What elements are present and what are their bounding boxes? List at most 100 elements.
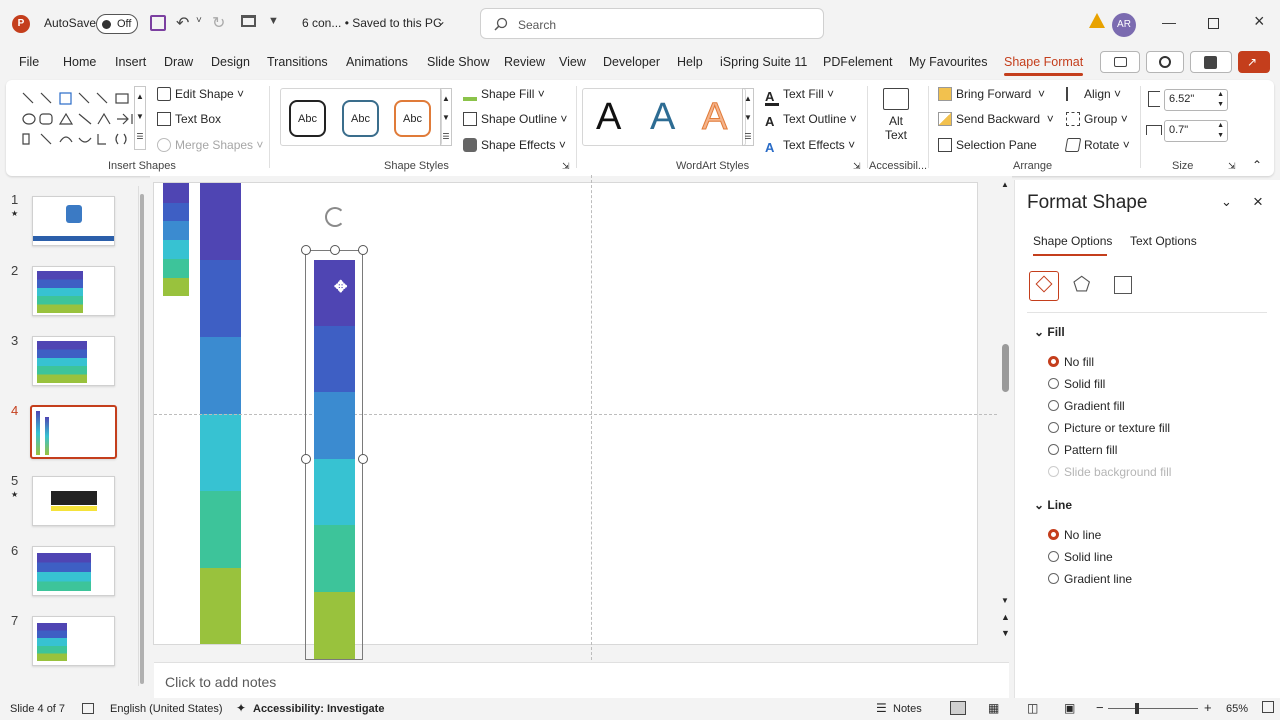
slide-thumbnail-5[interactable] [32,476,115,526]
scroll-up-icon[interactable]: ▲ [1001,180,1009,189]
tab-design[interactable]: Design [211,55,250,69]
small-bar-seg-4[interactable] [163,240,189,259]
fit-to-window-icon[interactable] [1262,701,1274,713]
zoom-level[interactable]: 65% [1226,703,1248,715]
small-bar-seg-2[interactable] [163,203,189,221]
normal-view-icon[interactable] [950,701,966,715]
shape-style-1[interactable]: Abc [289,100,326,137]
document-title-chevron-icon[interactable]: ⌄ [436,14,446,28]
slide-thumbnail-3[interactable] [32,336,115,386]
tab-home[interactable]: Home [63,55,96,69]
accessibility-status[interactable]: Accessibility: Investigate [253,703,384,715]
text-box-button[interactable]: Text Box [157,112,221,126]
wordart-scroll[interactable]: ▲ ▼ ☰ [742,88,754,146]
save-icon[interactable] [150,15,166,31]
text-effects-button[interactable]: A Text Effects ˅ [765,138,855,156]
thumbnails-scrollbar[interactable] [138,186,144,686]
solid-fill-radio[interactable] [1048,378,1059,389]
solid-line-option[interactable]: Solid line [1048,550,1113,564]
tab-ispring[interactable]: iSpring Suite 11 [720,55,807,69]
pane-close-icon[interactable]: × [1253,192,1263,212]
notes-button[interactable]: Notes [893,703,922,715]
accessibility-icon[interactable]: ✦ [236,701,246,715]
line-section-toggle[interactable]: ⌄ Line [1034,498,1072,512]
bring-forward-button[interactable]: Bring Forward ˅ [938,87,1045,101]
wordart-launcher-icon[interactable]: ⇲ [853,161,861,172]
shape-styles-launcher-icon[interactable]: ⇲ [562,161,570,172]
tab-animations[interactable]: Animations [346,55,408,69]
small-bar-seg-6[interactable] [163,278,189,296]
shapes-gallery[interactable] [20,90,138,148]
height-spinner[interactable]: ▲ ▼ [1217,90,1224,110]
tab-draw[interactable]: Draw [164,55,193,69]
small-bar-seg-5[interactable] [163,259,189,278]
gradient-line-radio[interactable] [1048,573,1059,584]
zoom-in-icon[interactable]: + [1204,700,1212,715]
tab-transitions[interactable]: Transitions [267,55,328,69]
shape-fill-button[interactable]: Shape Fill ˅ [463,87,545,101]
solid-fill-option[interactable]: Solid fill [1048,377,1105,391]
document-title[interactable]: 6 con... • Saved to this PC [302,16,442,30]
close-window-icon[interactable]: × [1254,11,1265,32]
picture-texture-fill-radio[interactable] [1048,422,1059,433]
small-bar-seg-3[interactable] [163,221,189,240]
wordart-style-blue[interactable]: A [650,96,675,139]
zoom-out-icon[interactable]: − [1096,700,1104,715]
tall-bar-seg-5[interactable] [200,491,241,568]
wordart-style-orange[interactable]: A [701,96,727,139]
tab-insert[interactable]: Insert [115,55,146,69]
undo-icon[interactable]: ↶ [176,13,189,33]
share-button[interactable]: ↗ [1238,51,1270,73]
fill-section-toggle[interactable]: ⌄ Fill [1034,325,1065,339]
text-outline-button[interactable]: A Text Outline ˅ [765,112,857,130]
tab-review[interactable]: Review [504,55,545,69]
pattern-fill-radio[interactable] [1048,444,1059,455]
tab-shape-options[interactable]: Shape Options [1033,234,1112,248]
no-fill-radio[interactable] [1048,356,1059,367]
tall-bar-seg-6[interactable] [200,568,241,644]
no-line-option[interactable]: No line [1048,528,1101,542]
solid-line-radio[interactable] [1048,551,1059,562]
small-bar-seg-1[interactable] [163,183,189,203]
slideshow-icon[interactable]: ▣ [1064,701,1075,715]
size-properties-tab-icon[interactable] [1114,276,1132,294]
next-slide-icon[interactable]: ▼ [1001,628,1010,638]
gradient-line-option[interactable]: Gradient line [1048,572,1132,586]
send-backward-button[interactable]: Send Backward ˅ [938,112,1054,126]
rotation-handle-icon[interactable] [325,207,345,227]
editor-scrollbar[interactable]: ▲ ▼ ▲ ▼ [1000,180,1012,642]
language-indicator[interactable]: English (United States) [110,703,223,715]
undo-dropdown-icon[interactable]: ˅ [196,15,202,26]
no-line-radio[interactable] [1048,529,1059,540]
size-launcher-icon[interactable]: ⇲ [1228,161,1236,172]
qat-customize-icon[interactable]: ▼ [268,15,279,27]
zoom-slider[interactable] [1108,703,1198,714]
no-fill-option[interactable]: No fill [1048,355,1094,369]
shape-effects-button[interactable]: Shape Effects ˅ [463,138,566,152]
reading-view-icon[interactable]: ◫ [1027,701,1038,715]
editor-scroll-thumb[interactable] [1002,344,1009,392]
selection-pane-button[interactable]: Selection Pane [938,138,1037,152]
tall-bar-seg-1[interactable] [200,183,241,260]
selection-frame[interactable] [305,250,363,660]
shapes-scroll[interactable]: ▲ ▼ ☰ [134,86,146,150]
tall-bar-seg-4[interactable] [200,414,241,491]
shape-styles-scroll[interactable]: ▲ ▼ ☰ [440,88,452,146]
width-spinner[interactable]: ▲ ▼ [1217,121,1224,141]
text-fill-button[interactable]: A Text Fill ˅ [765,87,834,106]
notes-icon[interactable]: ☰ [876,701,887,715]
tab-slide-show[interactable]: Slide Show [427,55,490,69]
slide-thumbnail-1[interactable] [32,196,115,246]
pane-options-chevron-icon[interactable]: ⌄ [1221,194,1232,210]
alt-text-button[interactable]: Alt Text [876,86,916,154]
slide-thumbnail-6[interactable] [32,546,115,596]
resize-handle-tl[interactable] [301,245,311,255]
zoom-slider-thumb[interactable] [1135,703,1139,714]
search-box[interactable]: Search [480,8,824,39]
rotate-button[interactable]: Rotate ˅ [1064,138,1130,152]
gradient-fill-option[interactable]: Gradient fill [1048,399,1125,413]
notes-area[interactable]: Click to add notes [154,662,1009,698]
autosave-toggle[interactable]: Off [96,14,138,34]
effects-tab-icon[interactable]: ⬠ [1073,275,1093,295]
redo-icon[interactable]: ↻ [212,13,225,33]
